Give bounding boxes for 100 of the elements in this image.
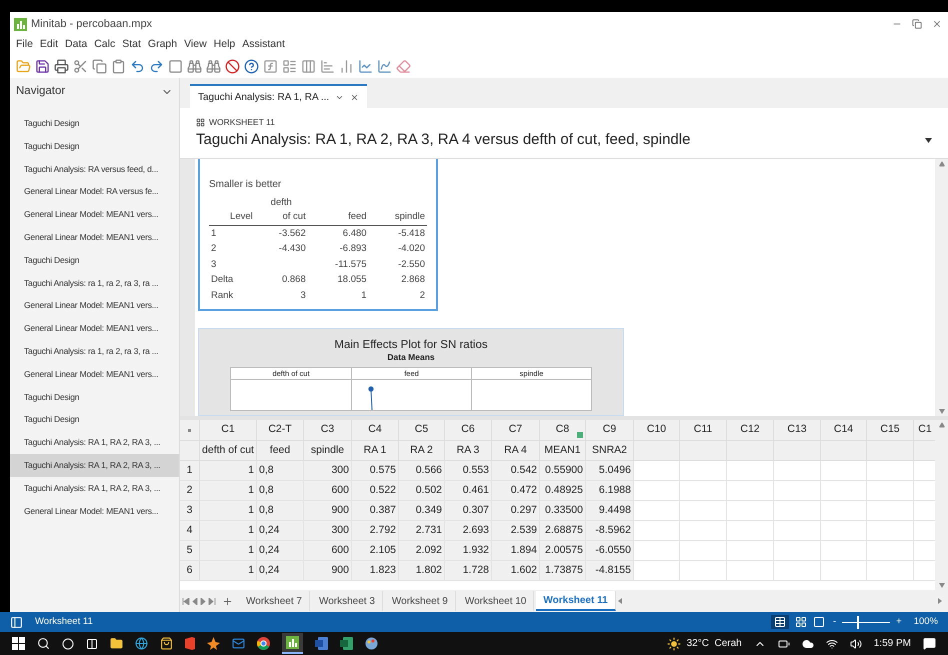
binoculars-icon[interactable]: [187, 58, 202, 74]
restore-icon[interactable]: [912, 19, 922, 29]
column-name[interactable]: RA 4: [504, 442, 527, 458]
layout-icon[interactable]: [282, 58, 297, 74]
caret-icon[interactable]: [925, 138, 932, 142]
column-id[interactable]: C15: [880, 422, 900, 438]
navigator-item[interactable]: General Linear Model: MEAN1 vers...: [10, 317, 179, 340]
column-name[interactable]: SNRA2: [592, 442, 627, 458]
navigator-item[interactable]: Taguchi Design: [10, 408, 179, 432]
undo-icon[interactable]: [130, 58, 145, 74]
select-all-icon[interactable]: [188, 428, 191, 432]
output-tab[interactable]: Taguchi Analysis: RA 1, RA ...: [190, 84, 368, 108]
grid-icon[interactable]: [794, 616, 807, 628]
column-id[interactable]: C11: [694, 422, 712, 438]
notification-icon[interactable]: [923, 637, 936, 650]
column-id[interactable]: C5: [414, 422, 428, 438]
column-id[interactable]: C2-T: [268, 422, 292, 438]
word-icon[interactable]: [315, 637, 328, 650]
menu-item[interactable]: Edit: [40, 37, 58, 53]
column-id[interactable]: C1: [221, 422, 235, 438]
scroll-down-icon[interactable]: [938, 583, 944, 588]
menu-item[interactable]: Data: [65, 37, 88, 53]
scissors-icon[interactable]: [73, 58, 88, 74]
table-cell[interactable]: 1: [248, 502, 254, 518]
store-icon[interactable]: [160, 637, 173, 650]
copy-icon[interactable]: [92, 58, 107, 74]
sheet-tab[interactable]: Worksheet 10: [458, 591, 534, 611]
sheet-tab[interactable]: Worksheet 9: [384, 591, 456, 611]
battery-icon[interactable]: [778, 638, 790, 650]
navigator-item[interactable]: Taguchi Analysis: RA 1, RA 2, RA 3, ...: [10, 476, 179, 500]
navigator-item[interactable]: Taguchi Analysis: RA 1, RA 2, RA 3, ...: [10, 431, 179, 454]
task-view-icon[interactable]: [86, 638, 98, 650]
column-id[interactable]: C14: [834, 422, 854, 438]
column-id[interactable]: C3: [320, 422, 334, 438]
scroll-down-icon[interactable]: [938, 409, 944, 414]
scroll-up-icon[interactable]: [938, 161, 944, 167]
chart-icon[interactable]: [339, 58, 354, 74]
navigator-item[interactable]: General Linear Model: MEAN1 vers...: [10, 500, 179, 522]
chrome-icon[interactable]: [257, 637, 270, 650]
windows-start-icon[interactable]: [12, 637, 25, 650]
menu-item[interactable]: Graph: [148, 37, 178, 53]
zoom-slider[interactable]: [842, 616, 890, 628]
sheet-tab[interactable]: Worksheet 11: [536, 591, 616, 611]
curve-chart-icon[interactable]: [377, 58, 392, 74]
help-icon[interactable]: [244, 58, 259, 74]
mail-icon[interactable]: [232, 637, 245, 650]
add-sheet-icon[interactable]: [222, 596, 233, 606]
zoom-in-button[interactable]: +: [896, 614, 902, 630]
menu-item[interactable]: Help: [214, 37, 236, 53]
column-id[interactable]: C13: [787, 422, 807, 438]
circle-icon[interactable]: [62, 638, 74, 650]
column-name[interactable]: defth of cut: [202, 442, 254, 458]
function-icon[interactable]: [263, 58, 278, 74]
navigator-item[interactable]: Taguchi Design: [10, 112, 179, 135]
volume-icon[interactable]: [850, 638, 862, 650]
navigator-item[interactable]: Taguchi Design: [10, 134, 179, 158]
table-cell[interactable]: 1: [248, 482, 254, 498]
eraser-icon[interactable]: [396, 58, 411, 74]
navigator-item[interactable]: Taguchi Analysis: RA versus feed, d...: [10, 158, 179, 180]
close-icon[interactable]: [932, 19, 942, 29]
column-name[interactable]: RA 3: [456, 442, 480, 458]
navigator-item[interactable]: Taguchi Analysis: ra 1, ra 2, ra 3, ra ...: [10, 272, 179, 294]
column-name[interactable]: MEAN1: [544, 442, 581, 458]
navigator-item[interactable]: General Linear Model: MEAN1 vers...: [10, 362, 179, 386]
menu-item[interactable]: View: [184, 37, 207, 53]
browser-icon[interactable]: [135, 637, 148, 650]
column-id[interactable]: C4: [368, 422, 382, 438]
folder-icon[interactable]: [110, 637, 123, 650]
single-view-icon[interactable]: [812, 616, 825, 628]
table-cell[interactable]: 1: [248, 462, 254, 478]
column-name[interactable]: RA 2: [410, 442, 433, 458]
column-id[interactable]: C10: [646, 422, 666, 438]
navigator-item[interactable]: General Linear Model: RA versus fe...: [10, 180, 179, 204]
paint-app-icon[interactable]: [365, 637, 378, 650]
navigator-item[interactable]: Taguchi Design: [10, 248, 179, 272]
navigator-item[interactable]: General Linear Model: MEAN1 vers...: [10, 226, 179, 249]
binoculars-icon[interactable]: [206, 58, 221, 74]
sheet-navigation-icon[interactable]: [182, 598, 216, 604]
wifi-icon[interactable]: [826, 638, 838, 650]
menu-item[interactable]: Stat: [122, 37, 141, 53]
sheet-tab[interactable]: Worksheet 3: [312, 591, 383, 611]
navigator-item[interactable]: General Linear Model: MEAN1 vers...: [10, 294, 179, 318]
clock-time[interactable]: 1:59 PM: [874, 636, 911, 651]
window-icon[interactable]: [168, 58, 183, 74]
menu-item[interactable]: Assistant: [242, 37, 285, 53]
weather-text[interactable]: 32°C Cerah: [686, 636, 742, 651]
column-id[interactable]: C1: [918, 422, 932, 438]
column-name[interactable]: spindle: [310, 442, 344, 458]
navigator-item[interactable]: Taguchi Analysis: RA 1, RA 2, RA 3, ...: [10, 454, 179, 477]
star-app-icon[interactable]: [207, 637, 220, 650]
menu-item[interactable]: Calc: [94, 37, 116, 53]
office-icon[interactable]: [185, 637, 195, 650]
panel-toggle-icon[interactable]: [10, 616, 23, 628]
scroll-up-icon[interactable]: [938, 422, 944, 428]
line-chart-icon[interactable]: [358, 58, 373, 74]
navigator-item[interactable]: General Linear Model: MEAN1 vers...: [10, 203, 179, 226]
column-id[interactable]: C8: [556, 422, 570, 438]
column-name[interactable]: feed: [270, 442, 290, 458]
column-id[interactable]: C6: [461, 422, 475, 438]
weather-icon[interactable]: [666, 636, 681, 650]
